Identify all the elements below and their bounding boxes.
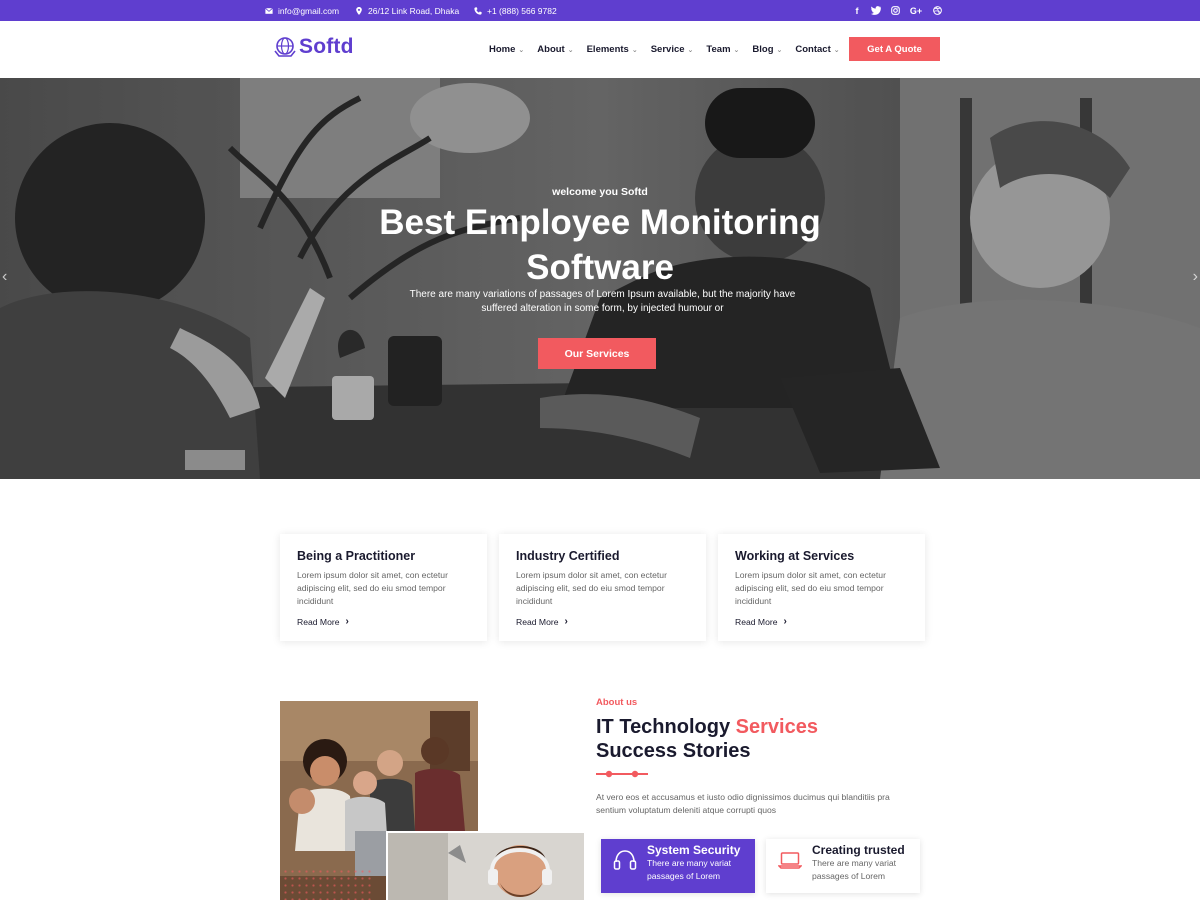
read-more-label: Read More xyxy=(516,616,559,627)
about-title-line2: Success Stories xyxy=(596,740,751,762)
hero-title: Best Employee Monitoring Software xyxy=(300,200,900,290)
menu-item-elements[interactable]: Elements ⌄ xyxy=(587,44,638,55)
facebook-icon[interactable]: f xyxy=(852,6,862,16)
phone-text: +1 (888) 566 9782 xyxy=(487,5,557,16)
hero-description: There are many variations of passages of… xyxy=(409,289,796,314)
email-info[interactable]: info@gmail.com xyxy=(265,0,339,21)
decorative-dots xyxy=(282,868,372,900)
headset-icon xyxy=(613,850,637,870)
read-more-link[interactable]: Read More › xyxy=(516,616,689,627)
service-box-text: There are many variat passages of Lorem xyxy=(812,858,897,881)
menu-item-home[interactable]: Home ⌄ xyxy=(489,44,524,55)
chevron-down-icon: ⌄ xyxy=(518,46,525,54)
feature-card: Being a Practitioner Lorem ipsum dolor s… xyxy=(280,534,487,641)
phone-icon xyxy=(474,6,482,15)
feature-card: Working at Services Lorem ipsum dolor si… xyxy=(718,534,925,641)
google-plus-icon[interactable]: G+ xyxy=(909,6,923,16)
instagram-icon[interactable] xyxy=(890,6,900,16)
service-box-system-security[interactable]: System Security There are many variat pa… xyxy=(601,839,755,893)
slider-prev-arrow[interactable]: ‹ xyxy=(2,268,7,286)
laptop-icon xyxy=(778,852,802,869)
about-title-accent: Services xyxy=(735,716,818,738)
about-tag: About us xyxy=(596,697,638,708)
feature-card: Industry Certified Lorem ipsum dolor sit… xyxy=(499,534,706,641)
chevron-right-icon: › xyxy=(345,616,349,627)
menu-item-blog[interactable]: Blog ⌄ xyxy=(752,44,782,55)
feature-card-title: Working at Services xyxy=(735,549,855,563)
chevron-down-icon: ⌄ xyxy=(776,46,783,54)
menu-item-contact[interactable]: Contact ⌄ xyxy=(795,44,839,55)
logo-text: Softd xyxy=(299,35,354,58)
our-services-button[interactable]: Our Services xyxy=(538,338,656,369)
read-more-label: Read More xyxy=(297,616,340,627)
read-more-label: Read More xyxy=(735,616,778,627)
email-text: info@gmail.com xyxy=(278,5,340,16)
hero-title-line1: Best Employee Monitoring xyxy=(379,203,821,242)
menu-label: Service xyxy=(650,44,685,55)
get-a-quote-button[interactable]: Get A Quote xyxy=(849,37,940,61)
service-box-text: There are many variat passages of Lorem xyxy=(647,858,732,881)
feature-card-title: Being a Practitioner xyxy=(297,549,416,563)
chevron-down-icon: ⌄ xyxy=(733,46,740,54)
menu-item-service[interactable]: Service ⌄ xyxy=(651,44,694,55)
feature-card-title: Industry Certified xyxy=(516,549,620,563)
read-more-link[interactable]: Read More › xyxy=(735,616,908,627)
menu-label: Team xyxy=(706,44,731,55)
chevron-down-icon: ⌄ xyxy=(567,46,574,54)
hero-title-line2: Software xyxy=(526,248,674,287)
slider-next-arrow[interactable]: › xyxy=(1193,268,1198,286)
feature-card-text: Lorem ipsum dolor sit amet, con ectetur … xyxy=(516,570,667,606)
address-text: 26/12 Link Road, Dhaka xyxy=(368,5,460,16)
site-logo[interactable]: Softd xyxy=(273,35,354,59)
chevron-right-icon: › xyxy=(564,616,568,627)
menu-item-about[interactable]: About ⌄ xyxy=(537,44,573,55)
read-more-link[interactable]: Read More › xyxy=(297,616,470,627)
top-bar: info@gmail.com 26/12 Link Road, Dhaka +1… xyxy=(0,0,1200,21)
chevron-down-icon: ⌄ xyxy=(631,46,638,54)
mail-icon xyxy=(265,7,273,14)
menu-label: Contact xyxy=(795,44,831,55)
menu-label: Home xyxy=(489,44,516,55)
address-info: 26/12 Link Road, Dhaka xyxy=(355,0,459,21)
title-divider xyxy=(596,770,648,778)
service-box-creating-trusted[interactable]: Creating trusted There are many variat p… xyxy=(766,839,920,893)
dribbble-icon[interactable] xyxy=(932,6,942,16)
hero-subtitle: welcome you Softd xyxy=(552,186,648,198)
location-pin-icon xyxy=(356,6,362,15)
social-links: f G+ xyxy=(852,0,942,21)
phone-info[interactable]: +1 (888) 566 9782 xyxy=(474,0,557,21)
about-description: At vero eos et accusamus et iusto odio d… xyxy=(596,792,890,815)
menu-label: About xyxy=(537,44,565,55)
menu-label: Blog xyxy=(752,44,774,55)
logo-globe-icon xyxy=(274,37,296,57)
chevron-right-icon: › xyxy=(783,616,787,627)
chevron-down-icon: ⌄ xyxy=(687,46,694,54)
main-navbar: Softd Home ⌄ About ⌄ Elements ⌄ Service ⌄ Te… xyxy=(0,21,1200,78)
menu-label: Elements xyxy=(586,44,629,55)
twitter-icon[interactable] xyxy=(871,6,881,16)
main-menu: Home ⌄ About ⌄ Elements ⌄ Service ⌄ Team ⌄ Bl… xyxy=(489,21,853,78)
feature-card-text: Lorem ipsum dolor sit amet, con ectetur … xyxy=(735,570,886,606)
feature-card-text: Lorem ipsum dolor sit amet, con ectetur … xyxy=(297,570,448,606)
menu-item-team[interactable]: Team ⌄ xyxy=(706,44,739,55)
service-box-title: Creating trusted xyxy=(812,843,905,857)
service-box-title: System Security xyxy=(647,843,741,857)
about-headset-image xyxy=(386,831,584,900)
chevron-down-icon: ⌄ xyxy=(833,46,840,54)
about-title-part1: IT Technology xyxy=(596,716,736,738)
hero-slider: ‹ › welcome you Softd Best Employee Moni… xyxy=(0,78,1200,479)
about-title: IT Technology Services Success Stories xyxy=(596,715,818,763)
